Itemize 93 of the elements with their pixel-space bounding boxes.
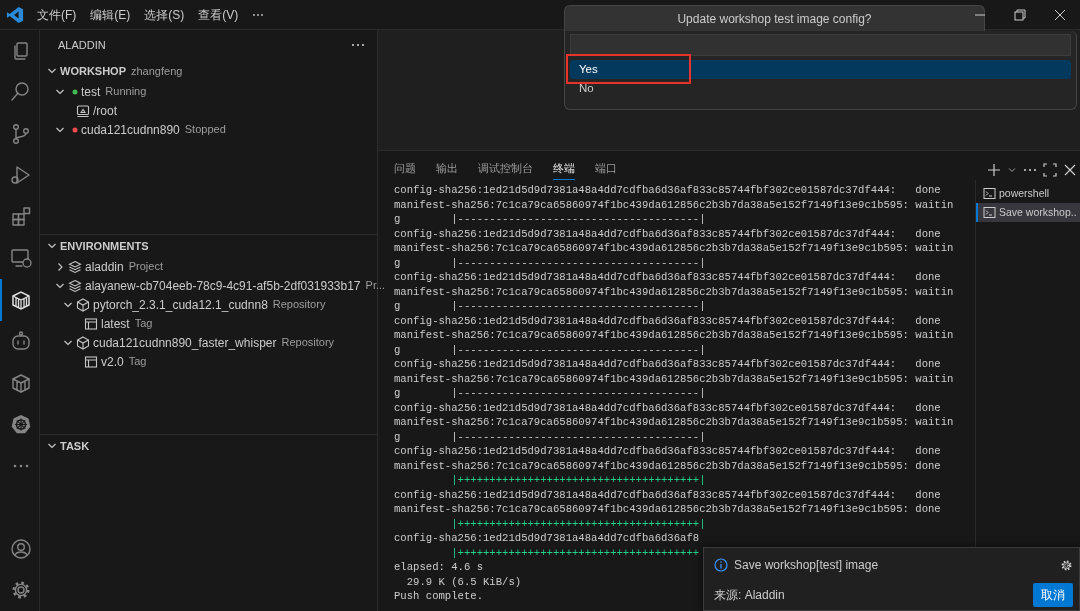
window-icon — [84, 354, 98, 369]
sidebar-title: ALADDIN — [58, 37, 106, 53]
terminal-line: 29.9 K (6.5 KiB/s) — [405, 574, 522, 589]
terminal-line: g |--------------------------------------| — [394, 255, 706, 270]
layers-icon — [68, 259, 82, 274]
tree-item-label[interactable]: /root — [93, 101, 117, 120]
terminal-line: manifest-sha256:7c1ca79ca65860974f1bc439da612856c2b3b7da38a5e152f7149f13e9c1b595: waitin — [394, 241, 954, 256]
option-item[interactable]: No — [570, 79, 1071, 98]
terminal-line: |++++++++++++++++++++++++++++++++++++++ — [450, 545, 700, 560]
app-logo-icon — [6, 5, 24, 24]
notification-source: 来源: Aladdin — [714, 587, 785, 604]
terminal-tab-label[interactable]: powershell — [999, 185, 1050, 202]
tree-item-label[interactable]: test — [81, 82, 101, 101]
panel-tab[interactable]: 终端 — [553, 155, 575, 180]
layers-icon — [68, 278, 82, 293]
terminal-line: g |--------------------------------------| — [394, 386, 706, 401]
terminal-line: elapsed: 4.6 s — [394, 560, 483, 575]
terminal-line: manifest-sha256:7c1ca79ca65860974f1bc439da612856c2b3b7da38a5e152f7149f13e9c1b595: waitin — [394, 197, 954, 212]
panel-tab[interactable]: 端口 — [595, 155, 617, 180]
terminal-line: |++++++++++++++++++++++++++++++++++++++| — [450, 473, 706, 488]
panel-tab[interactable]: 输出 — [436, 155, 458, 180]
menu-item[interactable]: 选择(S) — [137, 5, 192, 24]
tree-item-label[interactable]: cuda121cudnn890_faster_whisper — [93, 333, 277, 352]
tree-item-description: Stopped — [184, 122, 226, 138]
terminal-line: config-sha256:1ed21d5d9d7381a48a4dd7cdfba6d36af833c85744fbf302ce01587dc37df444: done — [394, 270, 941, 285]
terminal-line: manifest-sha256:7c1ca79ca65860974f1bc439da612856c2b3b7da38a5e152f7149f13e9c1b595: done — [394, 502, 941, 517]
section-title[interactable]: WORKSHOP — [60, 62, 126, 80]
run-debug-icon[interactable] — [10, 164, 32, 187]
settings-icon[interactable] — [1060, 558, 1073, 572]
tree-item-label[interactable]: v2.0 — [101, 352, 124, 371]
dialog-title: Update workshop test image config? — [677, 10, 872, 28]
close-icon[interactable] — [1063, 163, 1077, 177]
tree-item-description: Tag — [134, 316, 153, 332]
terminal-line: manifest-sha256:7c1ca79ca65860974f1bc439da612856c2b3b7da38a5e152f7149f13e9c1b595: waitin — [394, 371, 954, 386]
input-field[interactable] — [570, 34, 1071, 56]
panel-tab[interactable]: 调试控制台 — [478, 155, 533, 180]
terminal-line: g |--------------------------------------| — [394, 212, 706, 227]
terminal-line: manifest-sha256:7c1ca79ca65860974f1bc439da612856c2b3b7da38a5e152f7149f13e9c1b595: waitin — [394, 284, 954, 299]
tree-item-label[interactable]: cuda121cudnn890 — [81, 120, 180, 139]
terminal-line: g |--------------------------------------| — [394, 429, 706, 444]
terminal-line: config-sha256:1ed21d5d9d7381a48a4dd7cdfba6d36af833c85744fbf302ce01587dc37df444: done — [394, 313, 941, 328]
terminal-line: manifest-sha256:7c1ca79ca65860974f1bc439da612856c2b3b7da38a5e152f7149f13e9c1b595: done — [394, 458, 941, 473]
terminal-icon — [983, 187, 996, 200]
tree-item-description: Repository — [281, 335, 335, 351]
terminal-line: g |--------------------------------------| — [394, 299, 706, 314]
cancel-button[interactable]: 取消 — [1033, 583, 1073, 607]
terminal-icon — [983, 206, 996, 219]
terminal-line: manifest-sha256:7c1ca79ca65860974f1bc439da612856c2b3b7da38a5e152f7149f13e9c1b595: waitin — [394, 415, 954, 430]
account-icon[interactable] — [10, 537, 32, 560]
menu-item[interactable]: 编辑(E) — [83, 5, 138, 24]
helm-wheel-icon[interactable] — [10, 413, 32, 436]
terminal-line: manifest-sha256:7c1ca79ca65860974f1bc439da612856c2b3b7da38a5e152f7149f13e9c1b595: waitin — [394, 328, 954, 343]
tree-item-label[interactable]: aladdin — [85, 257, 124, 276]
terminal-line: g |--------------------------------------| — [394, 342, 706, 357]
panel-tab[interactable]: 问题 — [394, 155, 416, 180]
tree-item-label[interactable]: latest — [101, 314, 130, 333]
terminal-line: config-sha256:1ed21d5d9d7381a48a4dd7cdfba6d36af833c85744fbf302ce01587dc37df444: done — [394, 357, 941, 372]
terminal-line: Push complete. — [394, 589, 483, 604]
maximize-icon[interactable] — [1043, 163, 1057, 177]
notification-message: Save workshop[test] image — [734, 557, 879, 574]
window-icon — [84, 316, 98, 331]
option-item[interactable]: Yes — [570, 60, 1071, 79]
cube-icon — [76, 297, 90, 312]
cube-stack-icon[interactable] — [10, 288, 32, 311]
info-icon — [714, 558, 728, 572]
container-icon[interactable] — [10, 371, 32, 394]
section-title[interactable]: TASK — [60, 437, 90, 455]
cube-icon — [76, 335, 90, 350]
terminal-line: config-sha256:1ed21d5d9d7381a48a4dd7cdfba6d36af833c85744fbf302ce01587dc37df444: done — [394, 183, 941, 198]
terminal-line: |++++++++++++++++++++++++++++++++++++++| — [450, 516, 706, 531]
terminal-line: config-sha256:1ed21d5d9d7381a48a4dd7cdfba6d36af833c85744fbf302ce01587dc37df444: done — [394, 400, 941, 415]
tree-item-description: Tag — [128, 354, 147, 370]
remote-monitor-icon[interactable] — [10, 247, 32, 270]
tree-item-label[interactable]: alayanew-cb704eeb-78c9-4c91-af5b-2df031933b17 — [85, 276, 361, 295]
terminal-line: config-sha256:1ed21d5d9d7381a48a4dd7cdfba6d36af8 — [394, 531, 700, 546]
menu-item[interactable]: 文件(F) — [30, 5, 84, 24]
robot-icon[interactable] — [10, 330, 32, 353]
extensions-icon[interactable] — [10, 205, 32, 228]
menu-item[interactable]: ⋯ — [245, 5, 272, 24]
terminal-line: config-sha256:1ed21d5d9d7381a48a4dd7cdfba6d36af833c85744fbf302ce01587dc37df444: done — [394, 444, 941, 459]
section-title[interactable]: ENVIRONMENTS — [60, 237, 149, 255]
terminal-window-icon — [76, 103, 90, 118]
tree-item-description: Running — [105, 84, 147, 100]
plus-icon[interactable] — [987, 163, 1001, 177]
section-description: zhangfeng — [131, 63, 183, 79]
tree-item-label[interactable]: pytorch_2.3.1_cuda12.1_cudnn8 — [93, 295, 268, 314]
tree-item-description: Repository — [272, 297, 326, 313]
tree-item-description: Project — [128, 259, 163, 275]
terminal-line: config-sha256:1ed21d5d9d7381a48a4dd7cdfba6d36af833c85744fbf302ce01587dc37df444: done — [394, 226, 941, 241]
menu-item[interactable]: 查看(V) — [191, 5, 246, 24]
tree-item-description: Pr... — [365, 278, 386, 294]
branch-icon[interactable] — [10, 122, 32, 145]
terminal-line: config-sha256:1ed21d5d9d7381a48a4dd7cdfba6d36af833c85744fbf302ce01587dc37df444: done — [394, 487, 941, 502]
